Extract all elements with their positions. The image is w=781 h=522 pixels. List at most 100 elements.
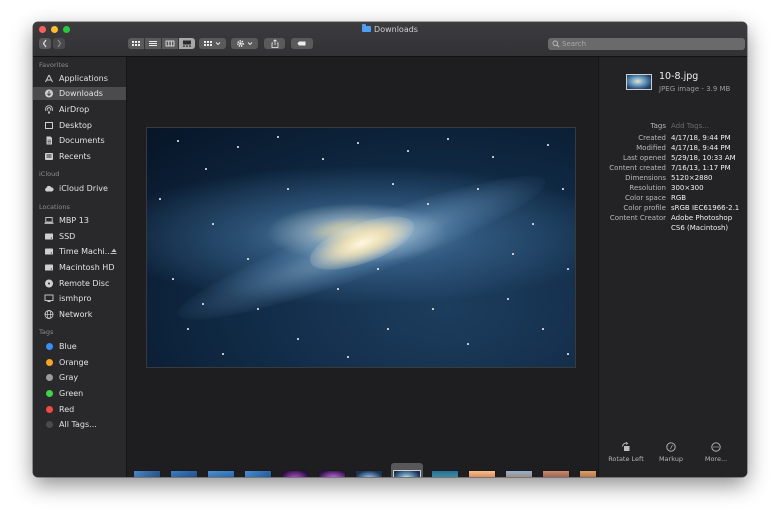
- markup-button[interactable]: Markup: [649, 442, 693, 463]
- sidebar-header-favorites: Favorites: [39, 61, 69, 69]
- sidebar-item-documents[interactable]: Documents: [33, 134, 126, 147]
- sidebar-item-network[interactable]: Network: [33, 308, 126, 321]
- file-kind: JPEG image - 3.9 MB: [659, 85, 731, 93]
- eject-icon[interactable]: [111, 248, 117, 255]
- sidebar-item-time-machine[interactable]: Time Machi...: [33, 245, 126, 258]
- thumbnail[interactable]: [355, 470, 383, 477]
- list-view-button[interactable]: [145, 38, 161, 49]
- edit-tags-button[interactable]: [291, 38, 313, 49]
- star: [322, 158, 324, 160]
- back-button[interactable]: [39, 38, 51, 49]
- add-tags-field[interactable]: Add Tags...: [671, 121, 709, 131]
- rotate-left-icon: [622, 442, 630, 451]
- thumbnail[interactable]: [579, 470, 597, 477]
- group-by-button[interactable]: [199, 38, 226, 49]
- sidebar-item-label: Downloads: [59, 89, 103, 98]
- more-actions-button[interactable]: More...: [694, 442, 738, 463]
- sidebar-item-label: Green: [59, 389, 84, 398]
- forward-button[interactable]: [53, 38, 65, 49]
- tag-color-dot: [46, 406, 53, 413]
- column-view-button[interactable]: [162, 38, 178, 49]
- star: [532, 223, 534, 225]
- sidebar-item-tag-red[interactable]: Red: [33, 403, 126, 416]
- thumbnail[interactable]: [468, 470, 496, 477]
- thumbnail[interactable]: [244, 470, 272, 477]
- info-row-content-created: Content created 7/16/13, 1:17 PM: [599, 163, 747, 173]
- thumbnail[interactable]: [170, 470, 198, 477]
- star: [172, 278, 174, 280]
- sidebar-header-tags: Tags: [39, 328, 54, 336]
- sidebar-item-label: All Tags...: [59, 420, 97, 429]
- gallery-view-button[interactable]: [179, 38, 195, 49]
- thumbnail[interactable]: [505, 470, 533, 477]
- sidebar-item-macintosh-hd[interactable]: Macintosh HD: [33, 261, 126, 274]
- star: [177, 140, 179, 142]
- sidebar-item-tag-blue[interactable]: Blue: [33, 340, 126, 353]
- star: [287, 188, 289, 190]
- star: [202, 303, 204, 305]
- info-value: RGB: [671, 194, 687, 202]
- sidebar-item-label: Applications: [59, 74, 108, 83]
- star: [392, 183, 394, 185]
- sidebar-item-applications[interactable]: Applications: [33, 72, 126, 85]
- share-icon: [271, 39, 278, 48]
- info-row-resolution: Resolution 300×300: [599, 183, 747, 193]
- columns-icon: [165, 40, 175, 47]
- sidebar-item-remote-disc[interactable]: Remote Disc: [33, 277, 126, 290]
- preview-pane: 10-8.jpg JPEG image - 3.9 MB Tags Add Ta…: [598, 57, 747, 477]
- sidebar-item-downloads[interactable]: Downloads: [33, 87, 126, 100]
- thumbnail[interactable]: [318, 470, 346, 477]
- tag-color-dot: [46, 343, 53, 350]
- gallery-preview-area: [127, 57, 597, 477]
- sidebar-item-icloud-drive[interactable]: iCloud Drive: [33, 182, 126, 195]
- monitor-icon: [44, 294, 54, 302]
- tag-icon: [297, 41, 306, 46]
- search-placeholder: Search: [562, 40, 587, 48]
- thumbnail[interactable]: [207, 470, 235, 477]
- info-value: 5120×2880: [671, 174, 713, 182]
- action-button[interactable]: [231, 38, 258, 49]
- downloads-icon: [45, 89, 53, 98]
- thumbnail[interactable]: [431, 470, 459, 477]
- preview-image[interactable]: [146, 127, 576, 368]
- info-label: Resolution: [629, 184, 666, 192]
- thumbnail[interactable]: [542, 470, 570, 477]
- info-value: 300×300: [671, 184, 704, 192]
- thumbnail[interactable]: [281, 470, 309, 477]
- window-title-text: Downloads: [374, 25, 418, 34]
- sidebar-item-label: Desktop: [59, 121, 92, 130]
- sidebar-item-ssd[interactable]: SSD: [33, 230, 126, 243]
- info-value: sRGB IEC61966-2.1: [671, 204, 740, 212]
- sidebar-item-label: iCloud Drive: [59, 184, 108, 193]
- info-label: Created: [638, 134, 666, 142]
- star: [542, 328, 544, 330]
- thumbnail[interactable]: [133, 470, 161, 477]
- file-name: 10-8.jpg: [659, 71, 699, 82]
- star: [297, 338, 299, 340]
- star: [567, 268, 569, 270]
- sidebar-item-label: Macintosh HD: [59, 263, 115, 272]
- sidebar-item-label: SSD: [59, 232, 76, 241]
- info-label: Content Creator: [609, 214, 666, 222]
- airdrop-icon: [45, 105, 53, 114]
- sidebar-item-tag-gray[interactable]: Gray: [33, 371, 126, 384]
- icon-view-button[interactable]: [128, 38, 144, 49]
- sidebar-item-all-tags[interactable]: All Tags...: [33, 418, 126, 431]
- sidebar-item-airdrop[interactable]: AirDrop: [33, 103, 126, 116]
- sidebar-item-mbp-13[interactable]: MBP 13: [33, 214, 126, 227]
- sidebar-item-tag-orange[interactable]: Orange: [33, 356, 126, 369]
- sidebar-item-tag-green[interactable]: Green: [33, 387, 126, 400]
- applications-icon: [45, 74, 53, 83]
- search-field[interactable]: Search: [548, 38, 745, 50]
- sidebar-item-label: Gray: [59, 373, 79, 382]
- info-value: 7/16/13, 1:17 PM: [671, 164, 731, 172]
- sidebar-item-desktop[interactable]: Desktop: [33, 119, 126, 132]
- rotate-left-button[interactable]: Rotate Left: [604, 442, 648, 463]
- info-row-modified: Modified 4/17/18, 9:44 PM: [599, 143, 747, 153]
- laptop-icon: [44, 217, 54, 224]
- share-button[interactable]: [264, 38, 285, 49]
- thumbnail-selected[interactable]: [393, 470, 421, 477]
- sidebar-item-label: ismhpro: [59, 294, 92, 303]
- sidebar-item-ismhpro[interactable]: ismhpro: [33, 292, 126, 305]
- sidebar-item-recents[interactable]: Recents: [33, 150, 126, 163]
